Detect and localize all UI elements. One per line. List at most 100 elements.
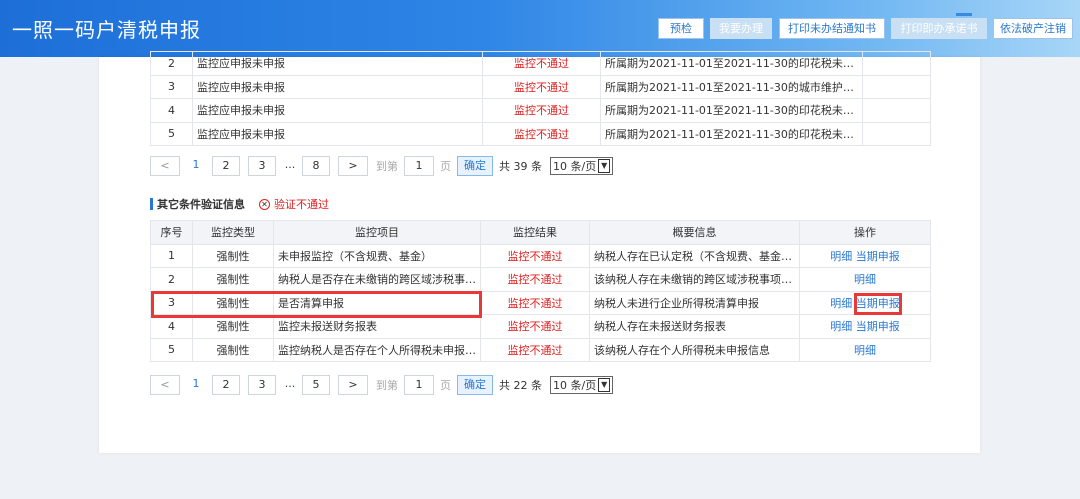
confirm-jump-button[interactable]: 确定: [457, 156, 493, 176]
monitor-item: 监控应申报未申报: [192, 121, 483, 146]
detail-link[interactable]: 明细: [854, 344, 876, 357]
summary-info: 所属期为2021-11-01至2021-11-30的城市维护建设税...: [600, 74, 863, 99]
monitor-result: 监控不通过: [482, 98, 601, 123]
section-title: 其它条件验证信息: [157, 198, 245, 211]
col-header-action: 操作: [799, 220, 931, 245]
highlight-action-box: [854, 293, 902, 315]
col-header-summary: 概要信息: [589, 220, 800, 245]
operation-cell: [862, 51, 931, 76]
page-1-button[interactable]: 1: [188, 156, 204, 176]
detail-link[interactable]: 明细: [830, 250, 852, 263]
operation-cell: 明细 当期申报: [799, 314, 931, 339]
detail-link[interactable]: 明细: [830, 320, 852, 333]
page-jump-input[interactable]: 1: [404, 156, 434, 176]
goto-label: 到第: [376, 379, 398, 392]
summary-info: 该纳税人存在未缴销的跨区域涉税事项报告: [589, 267, 800, 292]
table-row: 4 强制性 监控未报送财务报表 监控不通过 纳税人存在未报送财务报表 明细 当期…: [150, 314, 931, 339]
page-3-button[interactable]: 3: [248, 156, 276, 176]
summary-info: 所属期为2021-11-01至2021-11-30的印花税未申报！: [600, 98, 863, 123]
tax-monitor-table: 2 监控应申报未申报 监控不通过 所属期为2021-11-01至2021-11-…: [150, 51, 931, 146]
page-unit-label: 页: [440, 379, 451, 392]
bankruptcy-cancel-button[interactable]: 依法破产注销: [993, 18, 1073, 39]
page-2-button[interactable]: 2: [212, 375, 240, 395]
current-declare-link[interactable]: 当期申报: [856, 250, 900, 263]
pager-bottom: < 1 2 3 ... 5 > 到第 1 页 确定 共 22 条 10 条/页 ▼: [150, 375, 614, 395]
page-size-select[interactable]: 10 条/页 ▼: [550, 157, 614, 175]
row-number: 3: [150, 74, 193, 99]
monitor-result: 监控不通过: [480, 267, 590, 292]
prev-page-button[interactable]: <: [150, 156, 180, 176]
col-header-result: 监控结果: [480, 220, 590, 245]
col-header-item: 监控项目: [273, 220, 481, 245]
monitor-item: 监控纳税人是否存在个人所得税未申报信息: [273, 337, 481, 362]
summary-info: 纳税人未进行企业所得税清算申报: [589, 290, 800, 315]
detail-link[interactable]: 明细: [854, 273, 876, 286]
table-header-row: 序号 监控类型 监控项目 监控结果 概要信息 操作: [150, 220, 931, 245]
monitor-item: 监控应申报未申报: [192, 51, 483, 76]
last-page-button[interactable]: 5: [302, 375, 330, 395]
table-row: 5 监控应申报未申报 监控不通过 所属期为2021-11-01至2021-11-…: [150, 121, 931, 146]
table-row: 4 监控应申报未申报 监控不通过 所属期为2021-11-01至2021-11-…: [150, 98, 931, 123]
highlight-row-box: [151, 291, 482, 318]
operation-cell: 明细 当期申报: [799, 243, 931, 268]
precheck-button[interactable]: 预检: [658, 18, 704, 39]
next-page-button[interactable]: >: [338, 375, 368, 395]
page-size-value: 10 条/页: [553, 379, 597, 392]
table-row: 2 监控应申报未申报 监控不通过 所属期为2021-11-01至2021-11-…: [150, 51, 931, 76]
summary-info: 纳税人存在已认定税（不含规费、基金）未...: [589, 243, 800, 268]
monitor-result: 监控不通过: [482, 51, 601, 76]
current-declare-link[interactable]: 当期申报: [856, 320, 900, 333]
monitor-item: 监控应申报未申报: [192, 98, 483, 123]
row-number: 4: [150, 98, 193, 123]
page-jump-input[interactable]: 1: [404, 375, 434, 395]
chevron-down-icon: ▼: [598, 159, 611, 173]
print-commitment-button[interactable]: 打印即办承诺书: [891, 18, 987, 39]
goto-label: 到第: [376, 160, 398, 173]
monitor-item: 监控未报送财务报表: [273, 314, 481, 339]
summary-info: 该纳税人存在个人所得税未申报信息: [589, 337, 800, 362]
monitor-result: 监控不通过: [482, 121, 601, 146]
summary-info: 纳税人存在未报送财务报表: [589, 314, 800, 339]
monitor-item: 监控应申报未申报: [192, 74, 483, 99]
next-page-button[interactable]: >: [338, 156, 368, 176]
operation-cell: 明细: [799, 267, 931, 292]
validation-status: 验证不通过: [274, 198, 329, 211]
row-number: 2: [150, 51, 193, 76]
page-title: 一照一码户清税申报: [12, 18, 201, 42]
page-ellipsis: ...: [284, 375, 296, 395]
table-row: 5 强制性 监控纳税人是否存在个人所得税未申报信息 监控不通过 该纳税人存在个人…: [150, 337, 931, 362]
row-number: 1: [150, 243, 193, 268]
monitor-type: 强制性: [192, 267, 274, 292]
table-row: 3 监控应申报未申报 监控不通过 所属期为2021-11-01至2021-11-…: [150, 74, 931, 99]
total-count: 共 22 条: [499, 379, 542, 392]
monitor-result: 监控不通过: [480, 290, 590, 315]
page-3-button[interactable]: 3: [248, 375, 276, 395]
prev-page-button[interactable]: <: [150, 375, 180, 395]
monitor-type: 强制性: [192, 314, 274, 339]
pager-top: < 1 2 3 ... 8 > 到第 1 页 确定 共 39 条 10 条/页 ▼: [150, 156, 614, 176]
monitor-result: 监控不通过: [480, 243, 590, 268]
monitor-item: 未申报监控（不含规费、基金）: [273, 243, 481, 268]
page-size-value: 10 条/页: [553, 160, 597, 173]
row-number: 2: [150, 267, 193, 292]
page-ellipsis: ...: [284, 156, 296, 176]
section-header: 其它条件验证信息 ✕ 验证不通过: [150, 196, 329, 212]
monitor-result: 监控不通过: [482, 74, 601, 99]
operation-cell: 明细: [799, 337, 931, 362]
row-number: 5: [150, 121, 193, 146]
table-row: 2 强制性 纳税人是否存在未缴销的跨区域涉税事项报... 监控不通过 该纳税人存…: [150, 267, 931, 292]
table-row: 1 强制性 未申报监控（不含规费、基金） 监控不通过 纳税人存在已认定税（不含规…: [150, 243, 931, 268]
print-unfinished-notice-button[interactable]: 打印未办结通知书: [779, 18, 885, 39]
section-bar: [150, 198, 153, 210]
detail-link[interactable]: 明细: [830, 297, 852, 310]
col-header-no: 序号: [150, 220, 193, 245]
last-page-button[interactable]: 8: [302, 156, 330, 176]
confirm-jump-button[interactable]: 确定: [457, 375, 493, 395]
operation-cell: [862, 121, 931, 146]
page-2-button[interactable]: 2: [212, 156, 240, 176]
page-size-select[interactable]: 10 条/页 ▼: [550, 376, 614, 394]
page-1-button[interactable]: 1: [188, 375, 204, 395]
operation-cell: [862, 98, 931, 123]
handle-button[interactable]: 我要办理: [710, 18, 772, 39]
col-header-type: 监控类型: [192, 220, 274, 245]
